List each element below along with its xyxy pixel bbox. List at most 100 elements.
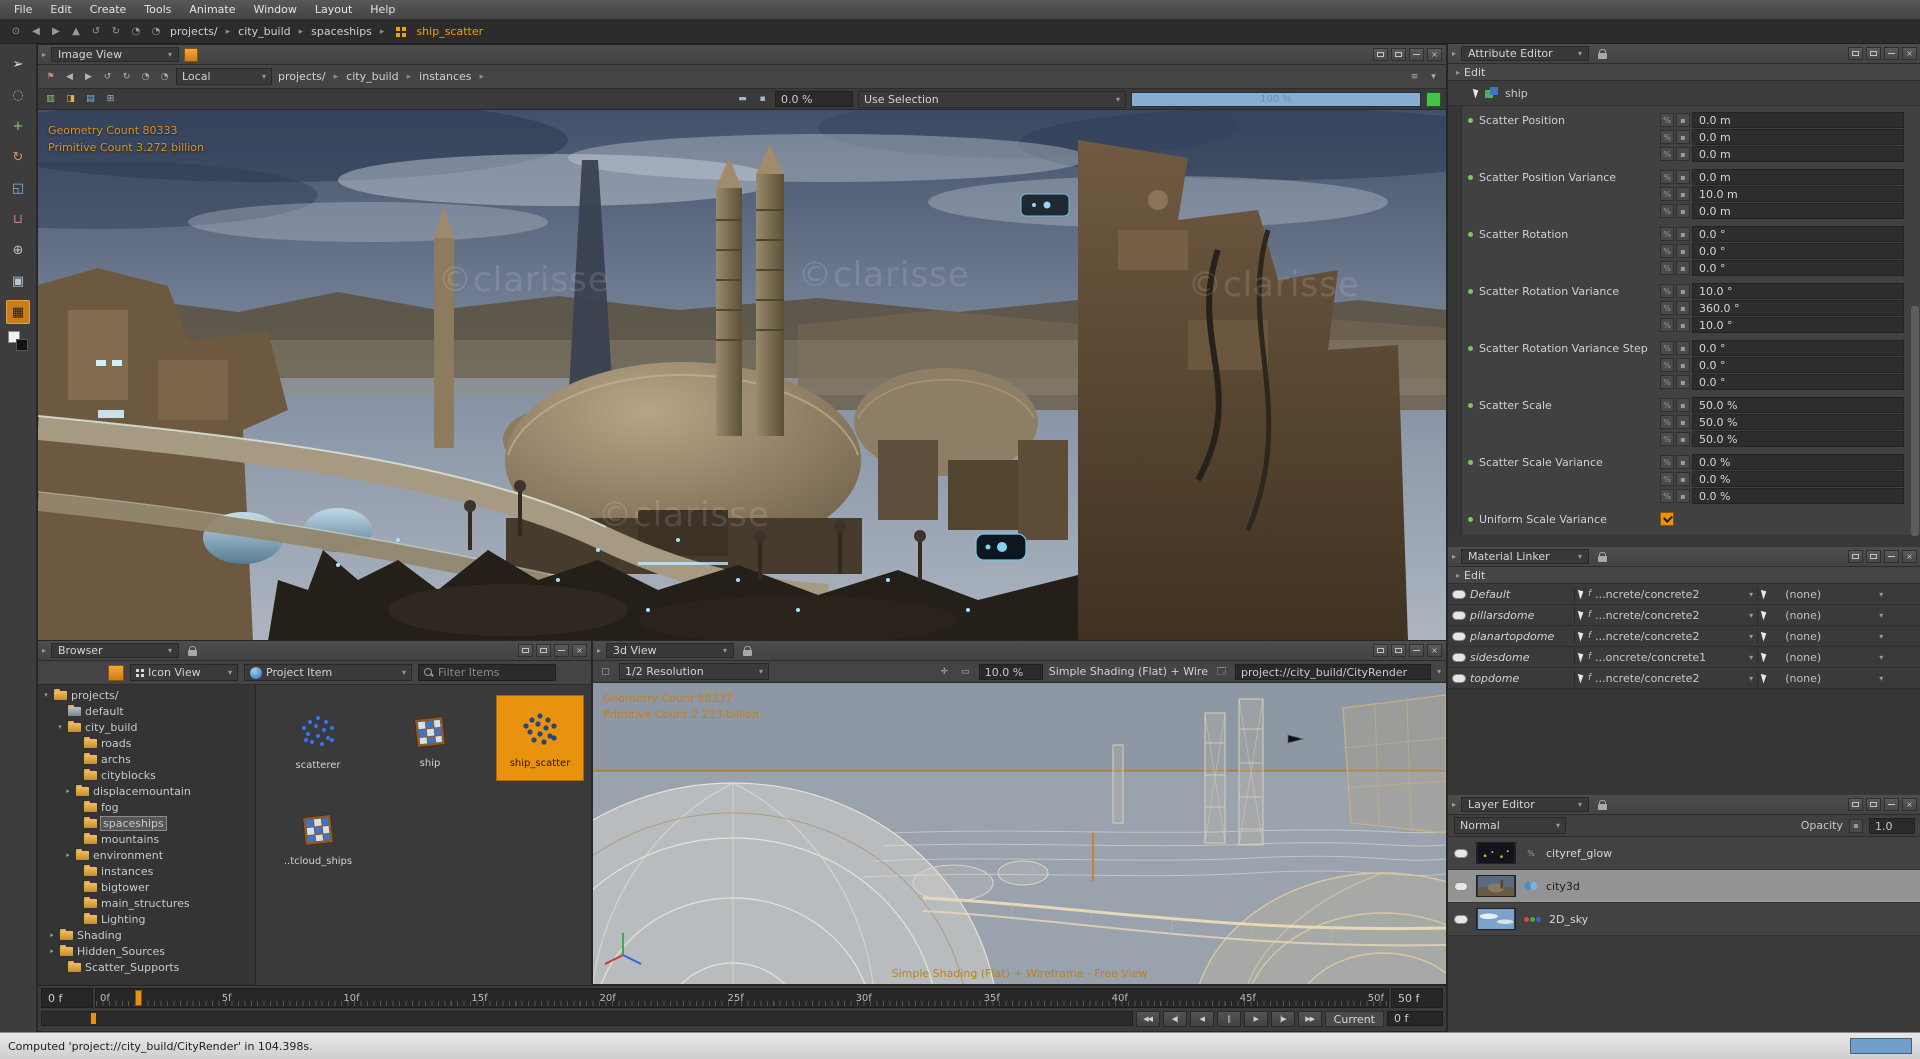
expression-icon[interactable]: % bbox=[1660, 113, 1674, 127]
pick-icon[interactable] bbox=[1578, 610, 1585, 621]
tree-item[interactable]: ▸Shading bbox=[38, 927, 255, 943]
render-tool-icon[interactable]: ▦ bbox=[6, 300, 30, 324]
chevron-down-icon[interactable]: ▾ bbox=[1879, 653, 1883, 662]
collapse-icon[interactable]: ▸ bbox=[42, 50, 46, 59]
next-icon[interactable]: ▶ bbox=[81, 69, 96, 84]
animation-icon[interactable]: ▪ bbox=[1676, 261, 1690, 275]
pick-icon[interactable] bbox=[1761, 652, 1768, 663]
minimize-button[interactable] bbox=[554, 644, 569, 657]
expression-icon[interactable]: % bbox=[1660, 415, 1674, 429]
visibility-icon[interactable] bbox=[1452, 632, 1466, 641]
value-field[interactable]: 0.0 ° bbox=[1692, 340, 1904, 356]
chevron-down-icon[interactable]: ▾ bbox=[1879, 590, 1883, 599]
context-dropdown[interactable]: Local ▾ bbox=[176, 68, 272, 85]
expression-icon[interactable]: % bbox=[1660, 284, 1674, 298]
visibility-icon[interactable] bbox=[1452, 674, 1466, 683]
override-value[interactable]: (none) bbox=[1771, 588, 1875, 601]
view-options-icon[interactable]: ≡ bbox=[1407, 69, 1422, 84]
zoom-icon[interactable]: ⊞ bbox=[103, 92, 118, 107]
value-field[interactable]: 0.0 m bbox=[1692, 146, 1904, 162]
visibility-icon[interactable] bbox=[1452, 590, 1466, 599]
breadcrumb-spaceships[interactable]: spaceships bbox=[309, 25, 374, 38]
breadcrumb-city-build[interactable]: city_build bbox=[236, 25, 292, 38]
selection-mode-dropdown[interactable]: Use Selection ▾ bbox=[858, 91, 1126, 108]
context-color-chip[interactable] bbox=[108, 665, 124, 681]
play-button[interactable]: ▶ bbox=[1244, 1011, 1268, 1027]
value-field[interactable]: 360.0 ° bbox=[1692, 300, 1904, 316]
function-icon[interactable]: f bbox=[1588, 631, 1591, 641]
item-grid[interactable]: scatterer ship bbox=[256, 685, 591, 985]
collapse-icon[interactable]: ▸ bbox=[1452, 49, 1456, 58]
resolution-dropdown[interactable]: 1/2 Resolution ▾ bbox=[619, 663, 769, 680]
panel-title-dropdown[interactable]: Image View ▾ bbox=[51, 47, 179, 62]
channels-icon[interactable]: ▥ bbox=[43, 92, 58, 107]
camera-tool-icon[interactable]: ▣ bbox=[6, 269, 30, 293]
panel-title-dropdown[interactable]: Material Linker ▾ bbox=[1461, 549, 1589, 564]
animation-icon[interactable]: ▪ bbox=[1676, 415, 1690, 429]
value-field[interactable]: 50.0 % bbox=[1692, 431, 1904, 447]
lock-icon[interactable] bbox=[188, 646, 197, 656]
forward-icon[interactable]: ▶ bbox=[48, 24, 64, 40]
collapse-icon[interactable]: ▸ bbox=[1452, 552, 1456, 561]
menu-animate[interactable]: Animate bbox=[181, 1, 243, 18]
pivot-tool-icon[interactable]: ⊕ bbox=[6, 238, 30, 262]
animation-icon[interactable]: ▪ bbox=[1676, 284, 1690, 298]
chevron-down-icon[interactable]: ▾ bbox=[1879, 632, 1883, 641]
history2-icon[interactable]: ◔ bbox=[148, 24, 164, 40]
iv-breadcrumb-city-build[interactable]: city_build bbox=[344, 70, 400, 83]
value-field[interactable]: 0.0 ° bbox=[1692, 357, 1904, 373]
item-ship-scatter[interactable]: ship_scatter bbox=[496, 695, 584, 781]
collapse-icon[interactable]: ▸ bbox=[1452, 800, 1456, 809]
step-forward-button[interactable]: |▶ bbox=[1271, 1011, 1295, 1027]
tree-item[interactable]: Scatter_Supports bbox=[38, 959, 255, 975]
pick-icon[interactable] bbox=[1578, 652, 1585, 663]
undo-icon[interactable]: ↺ bbox=[88, 24, 104, 40]
material-path[interactable]: ...oncrete/concrete1 bbox=[1595, 651, 1745, 664]
chevron-down-icon[interactable]: ▾ bbox=[1749, 674, 1753, 683]
function-icon[interactable]: f bbox=[1588, 610, 1591, 620]
up-icon[interactable]: ▲ bbox=[68, 24, 84, 40]
minimize-button[interactable] bbox=[1409, 644, 1424, 657]
override-value[interactable]: (none) bbox=[1771, 651, 1875, 664]
lut-icon[interactable]: ▤ bbox=[83, 92, 98, 107]
image-view-viewport[interactable]: Geometry Count 80333 Primitive Count 3.2… bbox=[38, 110, 1446, 641]
step-back-button[interactable]: ◀| bbox=[1163, 1011, 1187, 1027]
close-button[interactable]: × bbox=[1902, 47, 1917, 60]
animation-icon[interactable]: ▪ bbox=[1676, 318, 1690, 332]
override-value[interactable]: (none) bbox=[1771, 672, 1875, 685]
material-row[interactable]: planartopdome f ...ncrete/concrete2 ▾ (n… bbox=[1448, 626, 1920, 647]
value-field[interactable]: 0.0 m bbox=[1692, 203, 1904, 219]
project-tree[interactable]: ▾projects/ default ▾city_build roads arc… bbox=[38, 685, 256, 985]
expression-icon[interactable]: % bbox=[1660, 358, 1674, 372]
exposure-icon[interactable]: ◨ bbox=[63, 92, 78, 107]
undo-view-icon[interactable]: ↺ bbox=[100, 69, 115, 84]
range-end-field[interactable]: 50 f bbox=[1391, 988, 1443, 1008]
sample2-icon[interactable]: ▪ bbox=[755, 92, 770, 107]
sample-value-field[interactable]: 0.0 % bbox=[775, 91, 853, 107]
animation-icon[interactable]: ▪ bbox=[1676, 432, 1690, 446]
minimize-button[interactable] bbox=[1884, 798, 1899, 811]
snap-tool-icon[interactable]: ⊔ bbox=[6, 207, 30, 231]
pick-icon[interactable] bbox=[1578, 631, 1585, 642]
filter-search-input[interactable]: Filter Items bbox=[418, 664, 556, 681]
fit-icon[interactable]: ✛ bbox=[937, 664, 952, 679]
value-field[interactable]: 10.0 ° bbox=[1692, 283, 1904, 299]
render-status-button[interactable] bbox=[1426, 92, 1441, 107]
visibility-icon[interactable] bbox=[1454, 849, 1468, 858]
pick-icon[interactable] bbox=[1761, 673, 1768, 684]
active-item-tab[interactable]: ship_scatter bbox=[414, 25, 485, 38]
menu-create[interactable]: Create bbox=[82, 1, 135, 18]
chevron-down-icon[interactable]: ▾ bbox=[1749, 632, 1753, 641]
value-field[interactable]: 50.0 % bbox=[1692, 397, 1904, 413]
expression-icon[interactable]: % bbox=[1660, 301, 1674, 315]
animation-icon[interactable]: ▪ bbox=[1676, 147, 1690, 161]
value-field[interactable]: 0.0 % bbox=[1692, 488, 1904, 504]
value-field[interactable]: 10.0 ° bbox=[1692, 317, 1904, 333]
override-value[interactable]: (none) bbox=[1771, 630, 1875, 643]
animation-icon[interactable]: ▪ bbox=[1676, 204, 1690, 218]
redo-icon[interactable]: ↻ bbox=[108, 24, 124, 40]
opacity-key-icon[interactable]: ▪ bbox=[1849, 819, 1863, 833]
expression-icon[interactable]: % bbox=[1660, 147, 1674, 161]
value-field[interactable]: 10.0 m bbox=[1692, 186, 1904, 202]
value-field[interactable]: 0.0 m bbox=[1692, 169, 1904, 185]
